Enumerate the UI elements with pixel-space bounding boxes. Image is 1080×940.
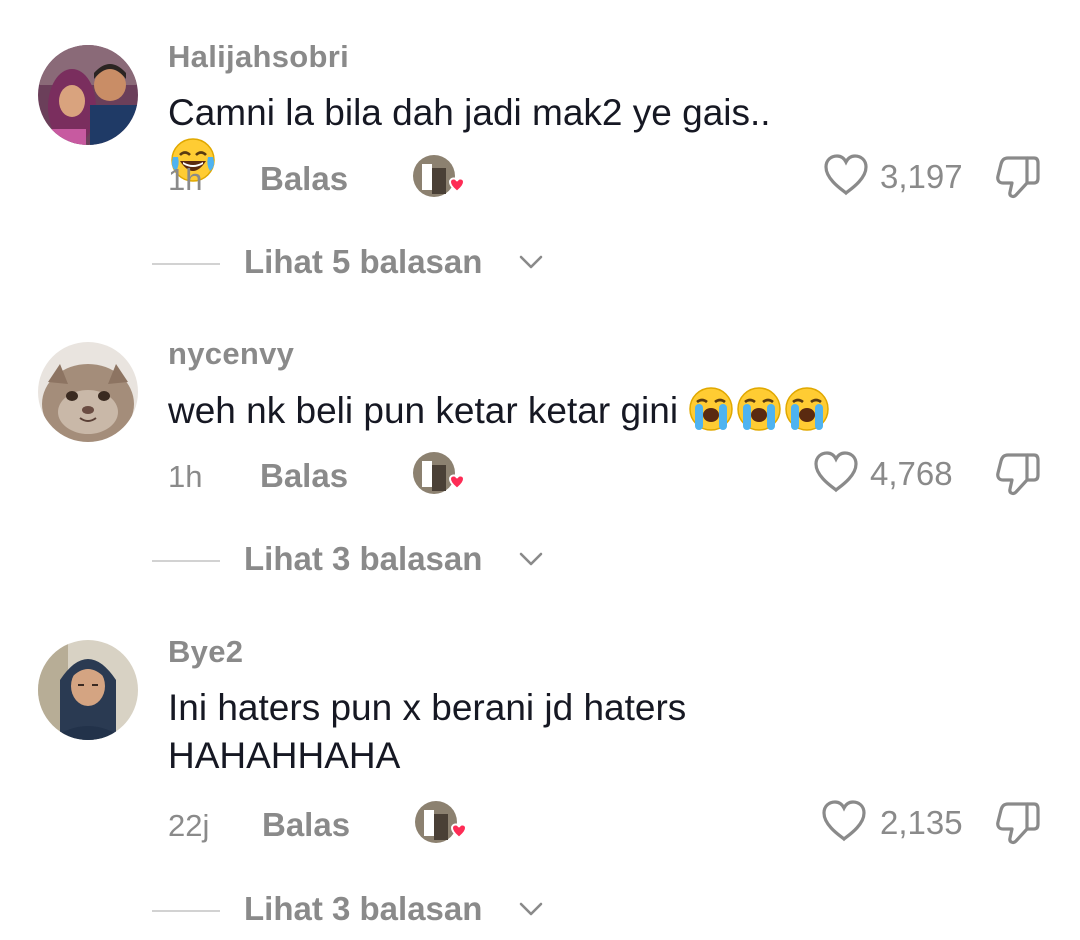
comment-text: Ini haters pun x berani jd haters HAHAHH… (168, 684, 808, 780)
chevron-down-icon (519, 902, 543, 916)
view-replies-label: Lihat 3 balasan (244, 540, 483, 577)
reply-button[interactable]: Balas (262, 806, 350, 844)
comment-body: weh nk beli pun ketar ketar gini (168, 390, 679, 431)
view-replies-button[interactable]: Lihat 5 balasan (0, 239, 1080, 289)
like-count: 2,135 (880, 804, 963, 841)
reply-button[interactable]: Balas (260, 457, 348, 495)
like-count: 3,197 (880, 158, 963, 195)
thumbs-down-icon[interactable] (994, 449, 1042, 497)
divider (152, 910, 220, 912)
timestamp: 1h (168, 162, 203, 197)
thumbs-down-icon[interactable] (994, 152, 1042, 200)
comment-body: Camni la bila dah jadi mak2 ye gais.. (168, 92, 771, 133)
thumbs-down-icon[interactable] (994, 798, 1042, 846)
comment-text-line: HAHAHHAHA (168, 735, 401, 776)
divider (152, 560, 220, 562)
avatar[interactable] (38, 45, 138, 145)
loudly-crying-emoji (689, 387, 733, 431)
chevron-down-icon (519, 552, 543, 566)
heart-outline-icon[interactable] (820, 798, 868, 844)
username[interactable]: Bye2 (168, 634, 243, 670)
chevron-down-icon (519, 255, 543, 269)
username[interactable]: nycenvy (168, 336, 294, 372)
like-count: 4,768 (870, 455, 953, 492)
comment-item: nycenvy weh nk beli pun ketar ketar gini… (0, 336, 1080, 642)
view-replies-button[interactable]: Lihat 3 balasan (0, 536, 1080, 586)
heart-outline-icon[interactable] (812, 449, 860, 495)
reply-button[interactable]: Balas (260, 160, 348, 198)
comment-item: Bye2 Ini haters pun x berani jd haters H… (0, 634, 1080, 940)
comment-item: Halijahsobri Camni la bila dah jadi mak2… (0, 39, 1080, 345)
comment-text-line: Ini haters pun x berani jd haters (168, 687, 687, 728)
view-replies-button[interactable]: Lihat 3 balasan (0, 886, 1080, 936)
comment-text: weh nk beli pun ketar ketar gini (168, 386, 968, 435)
username[interactable]: Halijahsobri (168, 39, 349, 75)
loudly-crying-emoji (785, 387, 829, 431)
timestamp: 1h (168, 459, 203, 494)
avatar[interactable] (38, 640, 138, 740)
comment-meta: 1h Balas 3,197 (0, 150, 1080, 210)
timestamp: 22j (168, 808, 210, 843)
view-replies-label: Lihat 3 balasan (244, 890, 483, 927)
heart-outline-icon[interactable] (822, 152, 870, 198)
comment-meta: 1h Balas 4,768 (0, 447, 1080, 507)
avatar[interactable] (38, 342, 138, 442)
loudly-crying-emoji (737, 387, 781, 431)
creator-liked-badge (412, 451, 468, 499)
creator-liked-badge (412, 154, 468, 202)
view-replies-label: Lihat 5 balasan (244, 243, 483, 280)
divider (152, 263, 220, 265)
creator-liked-badge (414, 800, 470, 848)
comment-meta: 22j Balas 2,135 (0, 796, 1080, 856)
